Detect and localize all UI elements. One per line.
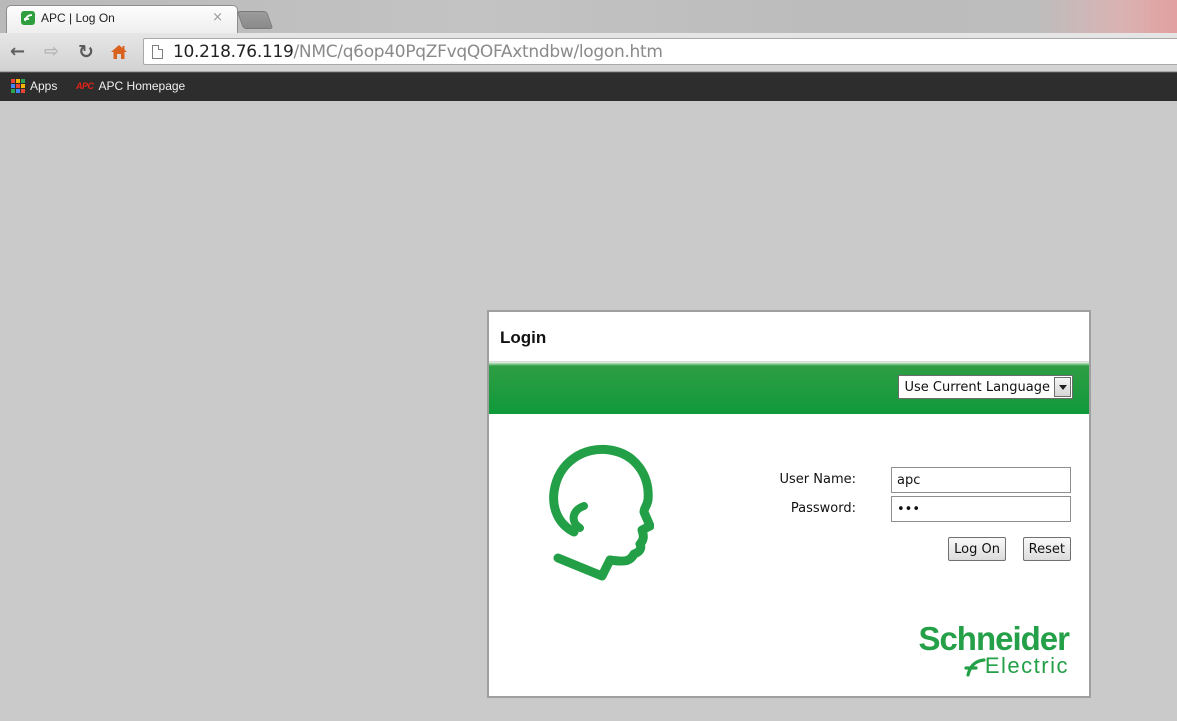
login-panel: Login Use Current Language User Name: Pa…	[487, 310, 1091, 698]
login-title: Login	[500, 328, 547, 347]
language-select[interactable]: Use Current Language	[898, 375, 1073, 399]
password-label: Password:	[790, 501, 856, 516]
username-label: User Name:	[779, 472, 857, 487]
head-profile-logo-icon	[549, 444, 654, 581]
bookmark-apps-label: Apps	[30, 79, 58, 93]
reset-button[interactable]: Reset	[1022, 537, 1071, 561]
login-form: User Name: Password: Log On Reset	[779, 467, 1071, 561]
tab-strip: APC | Log On ×	[0, 0, 1177, 33]
password-row: Password:	[781, 496, 1071, 523]
brand-line2: Electric	[984, 653, 1069, 678]
apc-favicon-icon	[21, 11, 35, 25]
address-bar[interactable]: 10.218.76.119/NMC/q6op40PqZFvqQOFAxtndbw…	[143, 38, 1177, 65]
schneider-electric-logo: Schneider Electric	[899, 620, 1070, 678]
brand-line1: Schneider	[918, 620, 1070, 657]
tab-content: APC | Log On	[21, 11, 115, 25]
chevron-down-icon[interactable]	[1054, 377, 1071, 397]
url-text[interactable]: 10.218.76.119/NMC/q6op40PqZFvqQOFAxtndbw…	[173, 42, 663, 62]
bookmark-apc-homepage[interactable]: APC APC Homepage	[76, 79, 185, 93]
log-on-button[interactable]: Log On	[948, 537, 1006, 561]
login-header: Login	[489, 312, 1089, 362]
bookmarks-bar: Apps APC APC Homepage	[0, 72, 1177, 101]
tab-close-icon[interactable]: ×	[212, 10, 223, 25]
apps-grid-icon	[11, 79, 25, 93]
password-input[interactable]	[891, 496, 1071, 522]
schneider-mark-icon	[964, 658, 986, 677]
language-select-value: Use Current Language	[904, 379, 1050, 395]
username-input[interactable]	[891, 467, 1071, 493]
bookmark-apps[interactable]: Apps	[11, 79, 57, 93]
url-path: /NMC/q6op40PqZFvqQOFAxtndbw/logon.htm	[293, 42, 663, 62]
reload-icon[interactable]: ↻	[78, 42, 94, 62]
tab-title: APC | Log On	[41, 11, 115, 25]
new-tab-button[interactable]	[236, 11, 274, 29]
url-host: 10.218.76.119	[173, 42, 294, 62]
apc-logo-icon: APC	[76, 81, 94, 91]
form-buttons: Log On Reset	[781, 537, 1071, 561]
back-arrow-icon[interactable]: ←	[10, 42, 25, 62]
browser-toolbar: ← ⇨ ↻ 10.218.76.119/NMC/q6op40PqZFvqQOFA…	[0, 33, 1177, 72]
forward-arrow-icon[interactable]: ⇨	[44, 42, 59, 62]
page-icon	[152, 45, 163, 59]
browser-tab[interactable]: APC | Log On ×	[6, 5, 238, 33]
language-bar: Use Current Language	[489, 362, 1089, 414]
username-row: User Name:	[779, 467, 1071, 494]
home-icon[interactable]	[110, 43, 128, 61]
bookmark-apc-label: APC Homepage	[98, 79, 186, 93]
